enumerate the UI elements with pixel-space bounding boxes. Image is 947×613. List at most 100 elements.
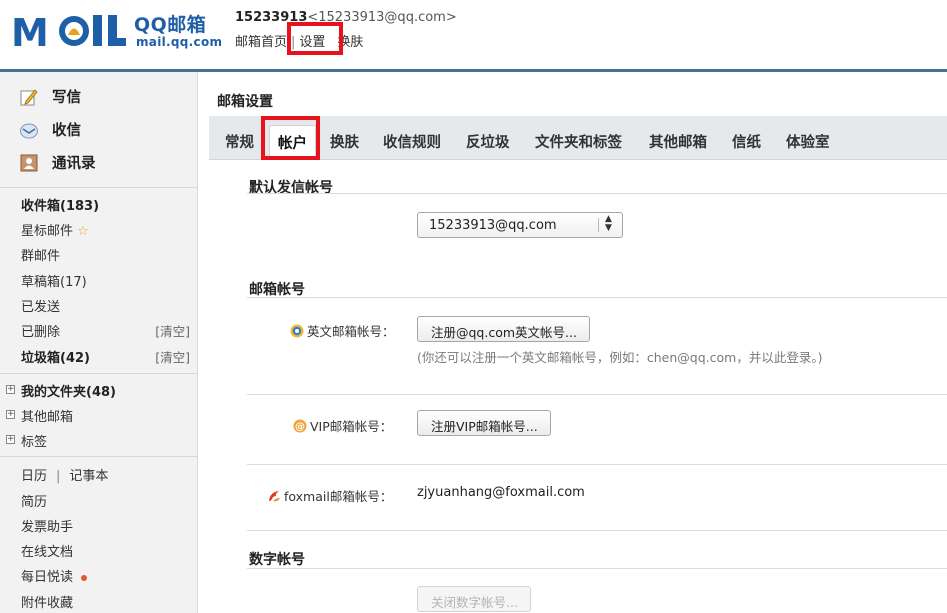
group-other-mailboxes-label: 其他邮箱 [21, 410, 74, 425]
sidebar-divider [0, 373, 198, 374]
tool-daily-read-wrap: 每日悦读 [21, 566, 88, 585]
folder-drafts[interactable]: 草稿箱(17) [0, 269, 198, 291]
select-divider [598, 218, 599, 232]
user-qq-number: 15233913 [235, 10, 308, 25]
expand-icon[interactable]: + [6, 410, 15, 419]
folder-group-mail[interactable]: 群邮件 [0, 243, 198, 265]
tool-resume-label: 简历 [21, 495, 48, 510]
star-icon: ☆ [77, 224, 89, 239]
empty-deleted-button[interactable]: [清空] [155, 321, 190, 340]
nav-settings[interactable]: 设置 [299, 35, 325, 50]
svg-text:@: @ [295, 422, 305, 433]
section-title-default-sender: 默认发信帐号 [249, 180, 333, 196]
tool-resume[interactable]: 简历 [0, 489, 198, 511]
top-nav: 邮箱首页 | 设置 换肤 [235, 31, 363, 50]
tab-other-mailboxes[interactable]: 其他邮箱 [649, 131, 707, 152]
register-english-account-button[interactable]: 注册@qq.com英文帐号... [417, 316, 590, 342]
section-title-accounts: 邮箱帐号 [249, 282, 305, 298]
pencil-icon [20, 89, 38, 106]
empty-spam-button[interactable]: [清空] [155, 347, 190, 366]
vip-account-label: @ VIP邮箱帐号： [293, 416, 392, 435]
tab-stationery[interactable]: 信纸 [732, 131, 761, 152]
tool-calendar[interactable]: 日历 [21, 469, 47, 484]
group-other-mailboxes[interactable]: + 其他邮箱 [0, 404, 198, 426]
svg-text:M: M [11, 11, 49, 50]
folder-group-mail-label: 群邮件 [21, 249, 61, 264]
logo-name: QQ邮箱 [134, 14, 207, 36]
tools-row-calendar-notes: 日历 | 记事本 [0, 463, 198, 485]
tool-attachments-label: 附件收藏 [21, 596, 74, 611]
sidebar-divider [0, 456, 198, 457]
tab-general[interactable]: 常规 [225, 131, 254, 152]
expand-icon[interactable]: + [6, 385, 15, 394]
group-my-folders-label: 我的文件夹(48) [21, 385, 116, 400]
user-info: 15233913<15233913@qq.com> [235, 10, 457, 25]
folder-inbox-label: 收件箱(183) [21, 199, 100, 214]
expand-icon[interactable]: + [6, 435, 15, 444]
contacts-button[interactable]: 通讯录 [0, 148, 198, 178]
default-sender-select[interactable]: 15233913@qq.com ▲ ▼ [417, 212, 623, 238]
sidebar: 写信 收信 通讯录 收件箱(183) 星标邮件 ☆ 群邮件 草稿箱(17) 已发送… [0, 72, 198, 613]
section-title-digital-account: 数字帐号 [249, 552, 305, 568]
foxmail-icon [269, 491, 280, 502]
folder-deleted-label: 已删除 [21, 325, 61, 340]
tools-separator: | [56, 469, 61, 484]
row-divider [247, 394, 947, 395]
english-account-label-text: 英文邮箱帐号： [307, 324, 395, 339]
folder-sent[interactable]: 已发送 [0, 294, 198, 316]
compose-label: 写信 [52, 90, 81, 106]
group-my-folders[interactable]: + 我的文件夹(48) [0, 379, 198, 401]
tab-folders-tags[interactable]: 文件夹和标签 [535, 131, 622, 152]
english-account-hint: (你还可以注册一个英文邮箱帐号，例如：chen@qq.com，并以此登录。) [417, 350, 823, 365]
folder-starred[interactable]: 星标邮件 ☆ [0, 218, 198, 240]
tool-attachments[interactable]: 附件收藏 [0, 590, 198, 612]
section-divider [247, 193, 947, 194]
settings-panel: 邮箱设置 常规 帐户 换肤 收信规则 反垃圾 文件夹和标签 其他邮箱 信纸 体验… [199, 72, 947, 613]
updown-arrow-icon: ▲ ▼ [605, 214, 612, 233]
register-vip-account-button[interactable]: 注册VIP邮箱帐号... [417, 410, 551, 436]
tab-skin[interactable]: 换肤 [330, 131, 359, 152]
compose-button[interactable]: 写信 [0, 82, 198, 112]
user-email: <15233913@qq.com> [307, 10, 457, 25]
receive-label: 收信 [52, 123, 81, 139]
foxmail-account-label: foxmail邮箱帐号： [267, 486, 392, 505]
foxmail-account-label-text: foxmail邮箱帐号： [284, 489, 393, 504]
tool-docs-label: 在线文档 [21, 545, 74, 560]
tab-anti-spam[interactable]: 反垃圾 [466, 131, 510, 152]
folder-spam-label: 垃圾箱(42) [21, 351, 90, 366]
nav-separator: | [291, 35, 296, 50]
contacts-icon [20, 154, 38, 172]
unread-dot-icon [81, 574, 88, 581]
tool-daily-read[interactable]: 每日悦读 [0, 564, 198, 586]
folder-inbox[interactable]: 收件箱(183) [0, 193, 198, 215]
tab-account[interactable]: 帐户 [269, 125, 316, 159]
tab-labs[interactable]: 体验室 [786, 131, 830, 152]
tool-docs[interactable]: 在线文档 [0, 539, 198, 561]
receive-button[interactable]: 收信 [0, 115, 198, 145]
section-divider [247, 568, 947, 569]
english-account-label: 英文邮箱帐号： [290, 321, 395, 340]
tab-receive-rules[interactable]: 收信规则 [383, 131, 441, 152]
tool-invoice[interactable]: 发票助手 [0, 514, 198, 536]
folder-spam[interactable]: 垃圾箱(42) [清空] [0, 345, 198, 367]
tools-row-wrap: 日历 | 记事本 [21, 465, 108, 484]
tool-notes[interactable]: 记事本 [69, 469, 108, 484]
inbox-icon [20, 123, 38, 139]
settings-tabbar: 常规 帐户 换肤 收信规则 反垃圾 文件夹和标签 其他邮箱 信纸 体验室 [209, 116, 947, 160]
qq-mail-logo[interactable]: M [11, 10, 129, 50]
vip-at-icon: @ [293, 419, 307, 433]
globe-icon [290, 324, 304, 338]
logo-domain: mail.qq.com [136, 35, 223, 49]
vip-account-label-text: VIP邮箱帐号： [310, 419, 393, 434]
folder-starred-label: 星标邮件 [21, 224, 74, 239]
nav-skin[interactable]: 换肤 [337, 35, 363, 50]
folder-drafts-label: 草稿箱(17) [21, 275, 87, 290]
tool-daily-read-label: 每日悦读 [21, 570, 74, 585]
close-digital-account-button[interactable]: 关闭数字帐号... [417, 586, 531, 612]
group-tags[interactable]: + 标签 [0, 429, 198, 451]
nav-mail-home[interactable]: 邮箱首页 [235, 35, 287, 50]
folder-deleted[interactable]: 已删除 [清空] [0, 319, 198, 341]
sidebar-divider [0, 187, 198, 188]
row-divider [247, 464, 947, 465]
folder-starred-wrap: 星标邮件 ☆ [21, 220, 89, 239]
